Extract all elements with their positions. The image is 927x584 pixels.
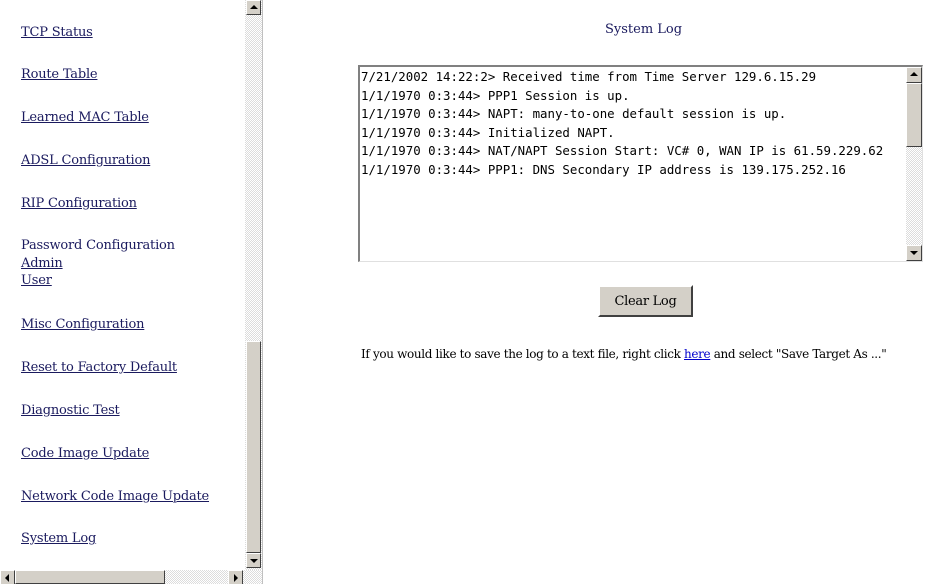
nav-link-user[interactable]: User bbox=[21, 273, 52, 288]
nav-link-adsl-configuration[interactable]: ADSL Configuration bbox=[21, 153, 150, 168]
nav-label-password-configuration: Password Configuration bbox=[21, 238, 175, 253]
save-hint-text-before: If you would like to save the log to a t… bbox=[361, 347, 684, 361]
nav-vertical-scrollbar[interactable] bbox=[245, 0, 262, 570]
arrow-down-icon bbox=[250, 559, 258, 563]
log-vertical-scrollbar[interactable] bbox=[906, 67, 922, 261]
save-hint-text-after: and select "Save Target As ..." bbox=[710, 347, 887, 361]
log-scroll-up-button[interactable] bbox=[906, 67, 922, 83]
clear-log-button[interactable]: Clear Log bbox=[598, 285, 693, 317]
save-log-link[interactable]: here bbox=[684, 347, 711, 361]
nav-link-route-table[interactable]: Route Table bbox=[21, 67, 98, 82]
log-content: 7/21/2002 14:22:2> Received time from Ti… bbox=[361, 69, 884, 177]
nav-horizontal-scrollbar[interactable] bbox=[0, 570, 262, 584]
scroll-left-button[interactable] bbox=[0, 570, 15, 584]
save-log-hint: If you would like to save the log to a t… bbox=[361, 347, 887, 361]
scroll-right-button[interactable] bbox=[228, 570, 243, 584]
nav-link-reset-factory-default[interactable]: Reset to Factory Default bbox=[21, 360, 177, 375]
system-log-textarea[interactable]: 7/21/2002 14:22:2> Received time from Ti… bbox=[358, 65, 923, 262]
nav-scroll-thumb[interactable] bbox=[246, 341, 261, 553]
nav-link-rip-configuration[interactable]: RIP Configuration bbox=[21, 196, 137, 211]
scroll-up-button[interactable] bbox=[246, 0, 261, 15]
scroll-down-button[interactable] bbox=[246, 553, 261, 568]
arrow-right-icon bbox=[234, 574, 238, 582]
arrow-left-icon bbox=[5, 574, 9, 582]
arrow-down-icon bbox=[910, 251, 918, 255]
nav-link-diagnostic-test[interactable]: Diagnostic Test bbox=[21, 403, 120, 418]
nav-link-system-log[interactable]: System Log bbox=[21, 531, 96, 546]
log-scroll-thumb[interactable] bbox=[906, 83, 922, 147]
nav-link-admin[interactable]: Admin bbox=[21, 256, 63, 271]
nav-link-tcp-status[interactable]: TCP Status bbox=[21, 25, 93, 40]
arrow-up-icon bbox=[910, 72, 918, 76]
nav-link-code-image-update[interactable]: Code Image Update bbox=[21, 446, 149, 461]
arrow-up-icon bbox=[250, 5, 258, 9]
nav-hscroll-thumb[interactable] bbox=[15, 570, 165, 584]
nav-frame: TCP Status Route Table Learned MAC Table… bbox=[0, 0, 245, 570]
page-title: System Log bbox=[605, 22, 683, 37]
nav-link-learned-mac-table[interactable]: Learned MAC Table bbox=[21, 110, 149, 125]
log-scroll-down-button[interactable] bbox=[906, 245, 922, 261]
nav-link-network-code-image-update[interactable]: Network Code Image Update bbox=[21, 489, 209, 504]
nav-link-misc-configuration[interactable]: Misc Configuration bbox=[21, 317, 145, 332]
frame-divider[interactable] bbox=[262, 0, 270, 584]
